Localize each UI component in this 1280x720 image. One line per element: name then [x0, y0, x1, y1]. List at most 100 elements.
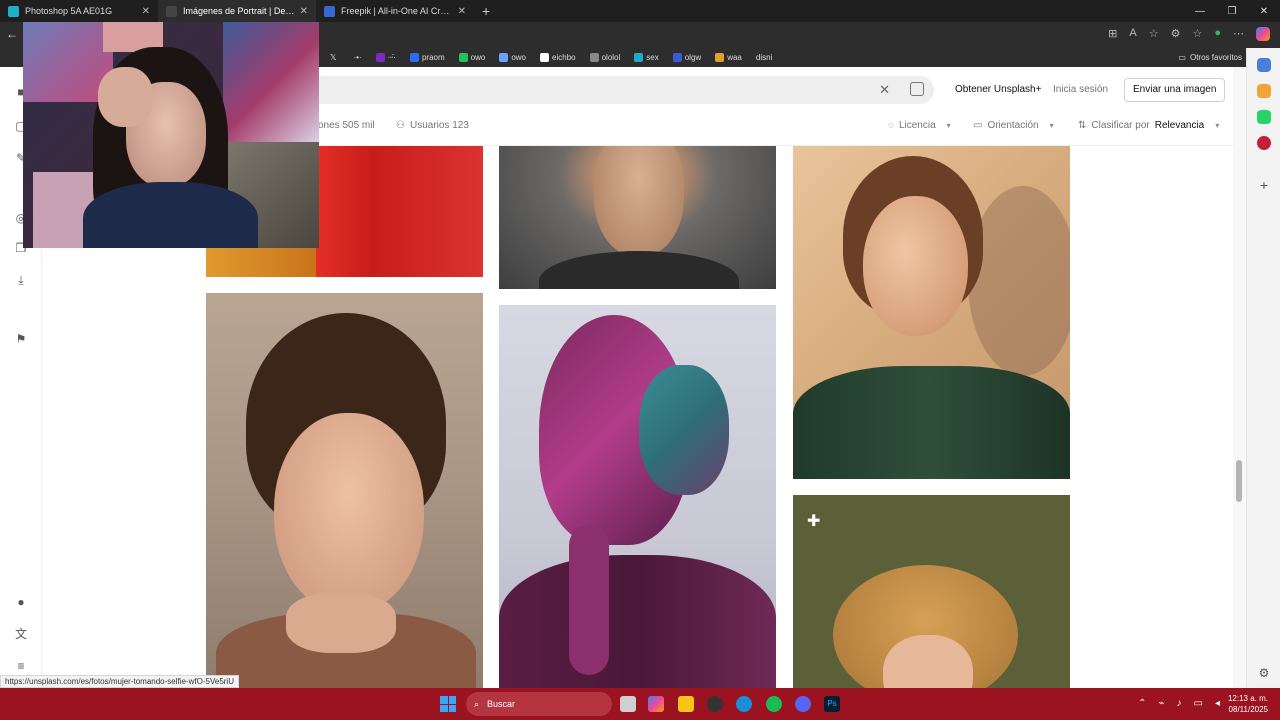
spotify-icon[interactable] — [766, 696, 782, 712]
bookmark-9[interactable]: olgw — [672, 53, 701, 62]
bookmark-favicon-icon — [458, 53, 468, 62]
bookmark-7[interactable]: ololol — [589, 53, 620, 62]
browser-tab-strip: Photoshop 5A AE01G ✕ Imágenes de Portrai… — [0, 0, 1280, 22]
chrome-icon[interactable] — [707, 696, 723, 712]
file-app-icon[interactable] — [620, 696, 636, 712]
network-icon[interactable]: ⌁ — [1158, 698, 1164, 709]
bookmark-4[interactable]: owo — [458, 53, 485, 62]
photo-card[interactable]: ✚ — [793, 495, 1070, 688]
bookmark-1[interactable]: ·•· — [353, 53, 361, 62]
photo-card[interactable] — [793, 146, 1070, 479]
window-controls: — ❐ ✕ — [1184, 0, 1280, 22]
back-arrow-icon[interactable]: ← — [6, 27, 18, 41]
shopping-icon[interactable] — [1257, 84, 1271, 98]
new-tab-button[interactable]: + — [482, 3, 490, 19]
extension-icon[interactable]: ● — [1214, 27, 1221, 40]
tab-unsplash[interactable]: Imágenes de Portrait | Descarga ✕ — [158, 0, 316, 22]
translate-icon[interactable]: 文 — [14, 627, 28, 641]
orientation-filter[interactable]: ▭ Orientación ▾ — [973, 120, 1054, 131]
other-favorites[interactable]: ▭ Otros favoritos — [1178, 48, 1246, 67]
close-icon[interactable]: ✕ — [300, 6, 308, 17]
freepik-favicon-icon — [324, 5, 335, 17]
photoshop-icon[interactable]: Ps — [824, 696, 840, 712]
webcam-detail — [223, 22, 319, 152]
edge-icon[interactable] — [736, 696, 752, 712]
bookmark-icon[interactable]: ⚑ — [14, 332, 28, 346]
users-tab[interactable]: ⚇ Usuarios 123 — [396, 120, 469, 131]
taskbar-clock[interactable]: 12:13 a. m. 08/11/2025 — [1228, 693, 1268, 715]
visual-search-icon[interactable] — [910, 82, 924, 96]
bookmark-2[interactable]: ·ᵕ̈· — [375, 53, 396, 62]
photo-detail — [539, 251, 739, 289]
discord-icon[interactable] — [795, 696, 811, 712]
bookmark-6[interactable]: eichbo — [540, 53, 576, 62]
tab-title: Photoshop 5A AE01G — [25, 6, 113, 16]
whatsapp-icon[interactable] — [1257, 110, 1271, 124]
bookmark-x[interactable]: 𝕏 — [330, 53, 339, 62]
x-icon: 𝕏 — [330, 53, 337, 62]
webcam-detail — [83, 182, 258, 248]
favorite-star-icon[interactable]: ☆ — [1149, 27, 1159, 40]
app-available-icon[interactable]: ⊞ — [1108, 27, 1117, 40]
close-icon[interactable]: ✕ — [142, 6, 150, 17]
folder-icon: ▭ — [1178, 53, 1186, 62]
search-icon[interactable] — [1257, 58, 1271, 72]
settings-icon[interactable]: ⚙ — [1257, 666, 1271, 680]
chevron-down-icon: ▾ — [1049, 121, 1054, 130]
photo-card[interactable] — [499, 146, 776, 289]
photo-detail — [286, 593, 396, 653]
tab-photoshop[interactable]: Photoshop 5A AE01G ✕ — [0, 0, 158, 22]
sort-filter[interactable]: ⇅ Clasificar por Relevancia ▾ — [1078, 120, 1219, 131]
tab-freepik[interactable]: Freepik | All-in-One AI Creative Su ✕ — [316, 0, 474, 22]
bookmark-3[interactable]: praom — [409, 53, 445, 62]
folder-icon[interactable] — [678, 696, 694, 712]
microphone-icon[interactable]: ♪ — [1177, 698, 1182, 709]
display-icon[interactable]: ▭ — [1194, 698, 1203, 709]
bookmark-5[interactable]: owo — [499, 53, 526, 62]
page-scrollbar[interactable] — [1233, 67, 1245, 688]
submit-image-button[interactable]: Enviar una imagen — [1124, 78, 1226, 102]
download-icon[interactable]: ⤓ — [14, 273, 28, 287]
bookmark-favicon-icon — [409, 53, 419, 62]
close-icon[interactable]: ✕ — [458, 6, 466, 17]
maximize-button[interactable]: ❐ — [1216, 6, 1248, 17]
tab-title: Imágenes de Portrait | Descarga — [183, 6, 296, 16]
chevron-up-icon[interactable]: ⌃ — [1138, 698, 1146, 709]
bookmark-11[interactable]: disni — [756, 53, 772, 62]
status-bar-url: https://unsplash.com/es/fotos/mujer-toma… — [0, 675, 239, 688]
pinterest-icon[interactable] — [1257, 136, 1271, 150]
bookmark-favicon-icon — [540, 53, 550, 62]
photo-card[interactable] — [206, 293, 483, 688]
read-aloud-icon[interactable]: A — [1129, 27, 1136, 40]
users-icon: ⚇ — [396, 120, 405, 131]
favorites-icon[interactable]: ☆ — [1192, 27, 1202, 40]
photo-card[interactable] — [499, 305, 776, 688]
volume-icon[interactable]: ◂ — [1215, 698, 1220, 709]
minimize-button[interactable]: — — [1184, 6, 1216, 17]
chevron-down-icon: ▾ — [946, 121, 951, 130]
copilot-icon[interactable] — [1256, 27, 1270, 41]
bookmark-10[interactable]: waa — [715, 53, 742, 62]
bookmark-8[interactable]: sex — [634, 53, 659, 62]
more-menu-icon[interactable]: ⋯ — [1233, 27, 1244, 40]
extensions-icon[interactable]: ⚙ — [1171, 27, 1181, 40]
copilot-icon[interactable] — [648, 696, 664, 712]
license-icon: ◌ — [888, 120, 894, 131]
taskbar-search[interactable]: ⌕ Buscar — [466, 692, 612, 716]
bookmark-favicon-icon — [634, 53, 644, 62]
menu-icon[interactable]: ≡ — [14, 659, 28, 673]
search-icon: ⌕ — [474, 698, 480, 709]
right-sidebar: + ⚙ — [1246, 48, 1280, 688]
license-filter[interactable]: ◌ Licencia ▾ — [888, 120, 951, 131]
add-icon[interactable]: + — [1257, 178, 1271, 192]
user-icon[interactable]: ● — [14, 595, 28, 609]
taskbar: ⌕ Buscar Ps ⌃ ⌁ ♪ ▭ ◂ 12:13 a. m. 08/11/… — [0, 688, 1280, 720]
scrollbar-thumb[interactable] — [1236, 460, 1242, 502]
unsplash-plus-link[interactable]: Obtener Unsplash+ — [955, 84, 1041, 95]
photo-detail — [793, 366, 1070, 479]
windows-start-icon[interactable] — [440, 696, 456, 712]
clear-search-icon[interactable]: ✕ — [879, 82, 890, 98]
close-window-button[interactable]: ✕ — [1248, 6, 1280, 17]
collections-tab[interactable]: ones 505 mil — [318, 120, 375, 131]
login-link[interactable]: Inicia sesión — [1053, 84, 1108, 95]
